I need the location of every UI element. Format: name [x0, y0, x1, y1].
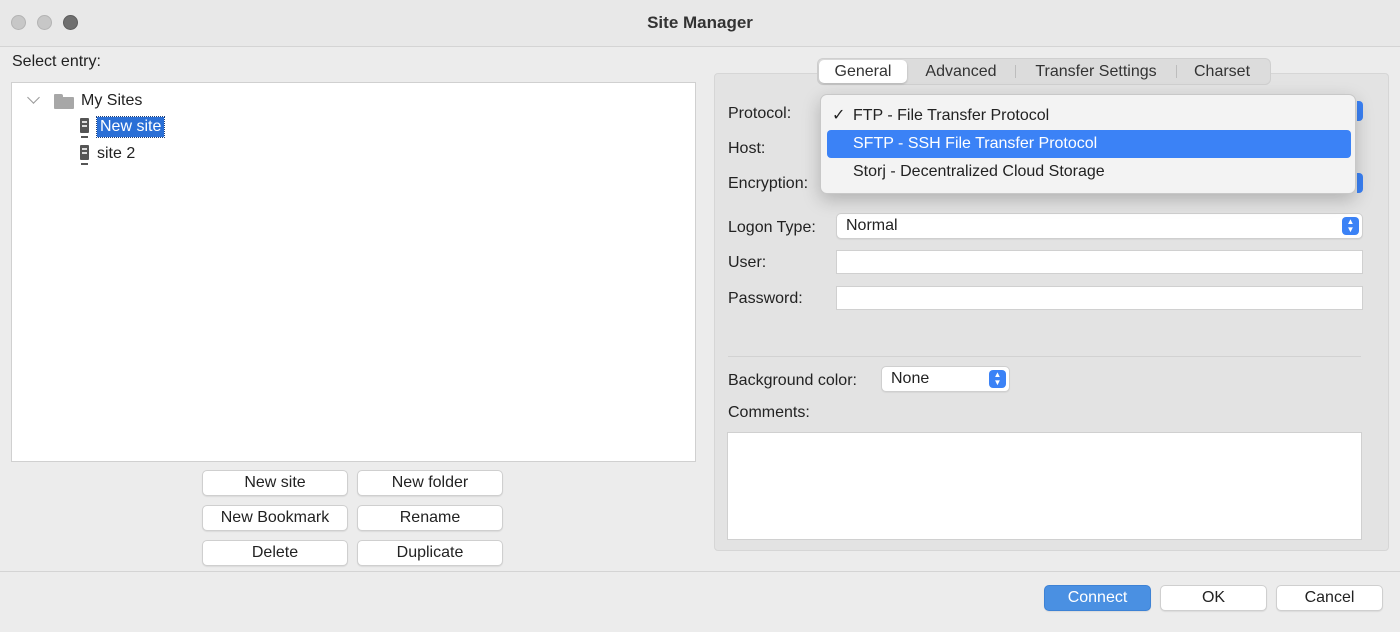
- password-field[interactable]: [836, 286, 1363, 310]
- comments-label: Comments:: [728, 404, 810, 421]
- server-icon: [80, 117, 89, 138]
- user-field[interactable]: [836, 250, 1363, 274]
- logon-type-value: Normal: [846, 217, 898, 234]
- tab-charset[interactable]: Charset: [1177, 60, 1267, 83]
- chevron-down-icon[interactable]: [27, 91, 40, 104]
- protocol-option-storj[interactable]: Storj - Decentralized Cloud Storage: [827, 158, 1351, 186]
- cancel-button[interactable]: Cancel: [1276, 585, 1383, 611]
- tab-general[interactable]: General: [819, 60, 907, 83]
- logon-type-label: Logon Type:: [728, 219, 816, 236]
- select-arrows-icon: ▲ ▼: [1342, 217, 1359, 235]
- new-folder-button[interactable]: New folder: [357, 470, 503, 496]
- background-color-label: Background color:: [728, 372, 857, 389]
- connect-button[interactable]: Connect: [1044, 585, 1151, 611]
- option-label: SFTP - SSH File Transfer Protocol: [853, 135, 1098, 152]
- encryption-label: Encryption:: [728, 175, 809, 192]
- protocol-dropdown-menu: ✓ FTP - File Transfer Protocol SFTP - SS…: [820, 94, 1356, 194]
- tree-item-site-2[interactable]: site 2: [80, 142, 135, 166]
- protocol-label: Protocol:: [728, 105, 792, 122]
- protocol-option-sftp[interactable]: SFTP - SSH File Transfer Protocol: [827, 130, 1351, 158]
- duplicate-button[interactable]: Duplicate: [357, 540, 503, 566]
- protocol-option-ftp[interactable]: ✓ FTP - File Transfer Protocol: [827, 102, 1351, 130]
- ok-button[interactable]: OK: [1160, 585, 1267, 611]
- option-label: FTP - File Transfer Protocol: [853, 107, 1050, 124]
- select-entry-label: Select entry:: [12, 53, 101, 70]
- delete-button[interactable]: Delete: [202, 540, 348, 566]
- rename-button[interactable]: Rename: [357, 505, 503, 531]
- password-label: Password:: [728, 290, 803, 307]
- folder-icon: [54, 93, 74, 109]
- user-label: User:: [728, 254, 767, 271]
- tab-advanced[interactable]: Advanced: [907, 60, 1015, 83]
- new-site-button[interactable]: New site: [202, 470, 348, 496]
- tree-item-my-sites[interactable]: My Sites: [54, 89, 142, 113]
- tab-transfer-settings[interactable]: Transfer Settings: [1016, 60, 1176, 83]
- site-tree[interactable]: My Sites New site site 2: [11, 82, 696, 462]
- new-bookmark-button[interactable]: New Bookmark: [202, 505, 348, 531]
- background-color-select[interactable]: None ▲ ▼: [881, 366, 1010, 392]
- tree-item-label: My Sites: [81, 92, 143, 109]
- tree-item-new-site[interactable]: New site: [80, 115, 166, 139]
- tree-item-label: site 2: [97, 145, 136, 162]
- logon-type-select[interactable]: Normal ▲ ▼: [836, 213, 1363, 239]
- checkmark-icon: ✓: [832, 107, 846, 124]
- select-arrows-icon: ▲ ▼: [989, 370, 1006, 388]
- encryption-select-stepper[interactable]: [1357, 173, 1363, 193]
- comments-textarea[interactable]: [727, 432, 1362, 540]
- settings-tabs: General Advanced Transfer Settings Chars…: [817, 58, 1271, 85]
- footer-divider: [0, 571, 1400, 572]
- window-title: Site Manager: [647, 13, 753, 32]
- background-color-value: None: [891, 370, 930, 387]
- host-label: Host:: [728, 140, 766, 157]
- title-bar: Site Manager: [0, 0, 1400, 47]
- divider: [728, 356, 1361, 357]
- tree-item-label: New site: [95, 116, 166, 138]
- server-icon: [80, 144, 89, 165]
- protocol-select-stepper[interactable]: [1357, 101, 1363, 121]
- option-label: Storj - Decentralized Cloud Storage: [853, 163, 1105, 180]
